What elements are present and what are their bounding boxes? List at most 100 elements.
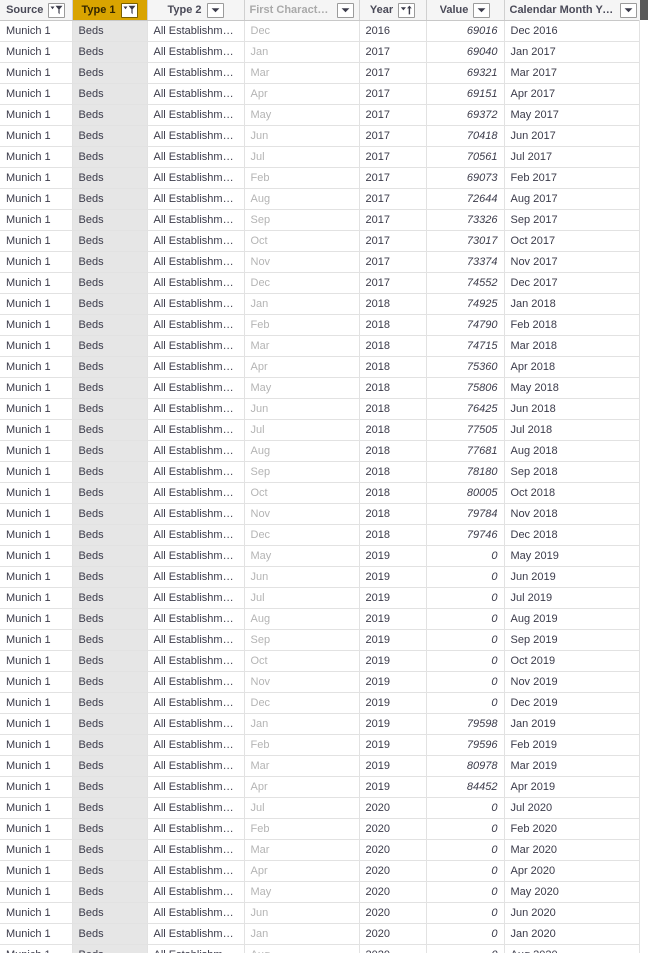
cell-year[interactable]: 2017	[359, 272, 427, 294]
cell-type2[interactable]: All Establishments	[147, 566, 245, 588]
filter-active-icon-type1[interactable]	[120, 2, 138, 18]
cell-type2[interactable]: All Establishments	[147, 335, 245, 357]
table-row[interactable]: Munich 1 Beds All Establishments Apr 2020 0 Ap…	[0, 860, 648, 882]
table-row[interactable]: Munich 1 Beds All Establishments Apr 2018 753…	[0, 356, 648, 378]
cell-first[interactable]: May	[244, 545, 360, 567]
cell-value[interactable]: 69372	[426, 104, 505, 126]
cell-first[interactable]: Jan	[244, 293, 360, 315]
cell-calendar[interactable]: Nov 2018	[504, 503, 643, 525]
cell-type2[interactable]: All Establishments	[147, 461, 245, 483]
cell-first[interactable]: Aug	[244, 944, 360, 953]
cell-type2[interactable]: All Establishments	[147, 839, 245, 861]
table-row[interactable]: Munich 1 Beds All Establishments Jun 2018 764…	[0, 398, 648, 420]
cell-calendar[interactable]: May 2020	[504, 881, 643, 903]
cell-value[interactable]: 0	[426, 587, 505, 609]
cell-year[interactable]: 2019	[359, 608, 427, 630]
cell-source[interactable]: Munich 1	[0, 692, 73, 714]
table-row[interactable]: Munich 1 Beds All Establishments Sep 2019 0 Se…	[0, 629, 648, 651]
table-row[interactable]: Munich 1 Beds All Establishments May 2020 0 Ma…	[0, 881, 648, 903]
cell-calendar[interactable]: May 2018	[504, 377, 643, 399]
cell-value[interactable]: 79784	[426, 503, 505, 525]
column-header-year[interactable]: Year	[359, 0, 427, 21]
cell-source[interactable]: Munich 1	[0, 839, 73, 861]
cell-year[interactable]: 2018	[359, 293, 427, 315]
cell-value[interactable]: 0	[426, 629, 505, 651]
cell-year[interactable]: 2019	[359, 755, 427, 777]
cell-calendar[interactable]: Aug 2017	[504, 188, 643, 210]
cell-source[interactable]: Munich 1	[0, 881, 73, 903]
cell-year[interactable]: 2020	[359, 797, 427, 819]
cell-calendar[interactable]: Mar 2020	[504, 839, 643, 861]
cell-type2[interactable]: All Establishments	[147, 944, 245, 953]
cell-type1[interactable]: Beds	[72, 440, 148, 462]
table-row[interactable]: Munich 1 Beds All Establishments Dec 2018 797…	[0, 524, 648, 546]
table-row[interactable]: Munich 1 Beds All Establishments Feb 2017 690…	[0, 167, 648, 189]
cell-type1[interactable]: Beds	[72, 188, 148, 210]
cell-first[interactable]: Dec	[244, 272, 360, 294]
cell-calendar[interactable]: Dec 2017	[504, 272, 643, 294]
cell-calendar[interactable]: Jul 2017	[504, 146, 643, 168]
cell-source[interactable]: Munich 1	[0, 776, 73, 798]
cell-value[interactable]: 75360	[426, 356, 505, 378]
cell-year[interactable]: 2019	[359, 713, 427, 735]
table-row[interactable]: Munich 1 Beds All Establishments Apr 2019 844…	[0, 776, 648, 798]
cell-first[interactable]: Jun	[244, 398, 360, 420]
cell-value[interactable]: 0	[426, 692, 505, 714]
cell-type2[interactable]: All Establishments	[147, 314, 245, 336]
vertical-scrollbar-thumb[interactable]	[640, 0, 648, 20]
cell-year[interactable]: 2017	[359, 188, 427, 210]
cell-value[interactable]: 74552	[426, 272, 505, 294]
cell-year[interactable]: 2019	[359, 629, 427, 651]
cell-source[interactable]: Munich 1	[0, 713, 73, 735]
cell-source[interactable]: Munich 1	[0, 125, 73, 147]
table-row[interactable]: Munich 1 Beds All Establishments May 2017 693…	[0, 104, 648, 126]
cell-calendar[interactable]: Jun 2018	[504, 398, 643, 420]
cell-calendar[interactable]: Jan 2018	[504, 293, 643, 315]
chevron-down-icon-calendar[interactable]	[619, 2, 637, 18]
table-row[interactable]: Munich 1 Beds All Establishments Jul 2020 0 Ju…	[0, 797, 648, 819]
cell-calendar[interactable]: Mar 2019	[504, 755, 643, 777]
cell-value[interactable]: 0	[426, 818, 505, 840]
cell-first[interactable]: Feb	[244, 314, 360, 336]
cell-source[interactable]: Munich 1	[0, 860, 73, 882]
cell-type2[interactable]: All Establishments	[147, 41, 245, 63]
cell-type1[interactable]: Beds	[72, 62, 148, 84]
cell-type1[interactable]: Beds	[72, 524, 148, 546]
cell-year[interactable]: 2020	[359, 944, 427, 953]
cell-value[interactable]: 0	[426, 566, 505, 588]
cell-year[interactable]: 2017	[359, 251, 427, 273]
cell-type2[interactable]: All Establishments	[147, 188, 245, 210]
cell-year[interactable]: 2019	[359, 734, 427, 756]
table-row[interactable]: Munich 1 Beds All Establishments Aug 2017 726…	[0, 188, 648, 210]
cell-year[interactable]: 2020	[359, 923, 427, 945]
cell-first[interactable]: Sep	[244, 209, 360, 231]
cell-first[interactable]: Mar	[244, 335, 360, 357]
cell-source[interactable]: Munich 1	[0, 671, 73, 693]
cell-calendar[interactable]: Jan 2017	[504, 41, 643, 63]
cell-calendar[interactable]: Jul 2018	[504, 419, 643, 441]
cell-source[interactable]: Munich 1	[0, 797, 73, 819]
cell-value[interactable]: 0	[426, 797, 505, 819]
cell-type1[interactable]: Beds	[72, 881, 148, 903]
cell-type1[interactable]: Beds	[72, 545, 148, 567]
cell-source[interactable]: Munich 1	[0, 146, 73, 168]
cell-first[interactable]: Mar	[244, 62, 360, 84]
cell-calendar[interactable]: May 2017	[504, 104, 643, 126]
cell-calendar[interactable]: Oct 2019	[504, 650, 643, 672]
cell-year[interactable]: 2018	[359, 461, 427, 483]
cell-type1[interactable]: Beds	[72, 209, 148, 231]
cell-year[interactable]: 2017	[359, 125, 427, 147]
cell-type2[interactable]: All Establishments	[147, 293, 245, 315]
cell-first[interactable]: Nov	[244, 671, 360, 693]
cell-value[interactable]: 0	[426, 860, 505, 882]
cell-value[interactable]: 69321	[426, 62, 505, 84]
cell-first[interactable]: Jul	[244, 419, 360, 441]
cell-year[interactable]: 2016	[359, 20, 427, 42]
cell-type1[interactable]: Beds	[72, 482, 148, 504]
cell-source[interactable]: Munich 1	[0, 272, 73, 294]
cell-source[interactable]: Munich 1	[0, 482, 73, 504]
cell-type1[interactable]: Beds	[72, 419, 148, 441]
cell-source[interactable]: Munich 1	[0, 62, 73, 84]
cell-source[interactable]: Munich 1	[0, 440, 73, 462]
table-row[interactable]: Munich 1 Beds All Establishments Sep 2017 733…	[0, 209, 648, 231]
